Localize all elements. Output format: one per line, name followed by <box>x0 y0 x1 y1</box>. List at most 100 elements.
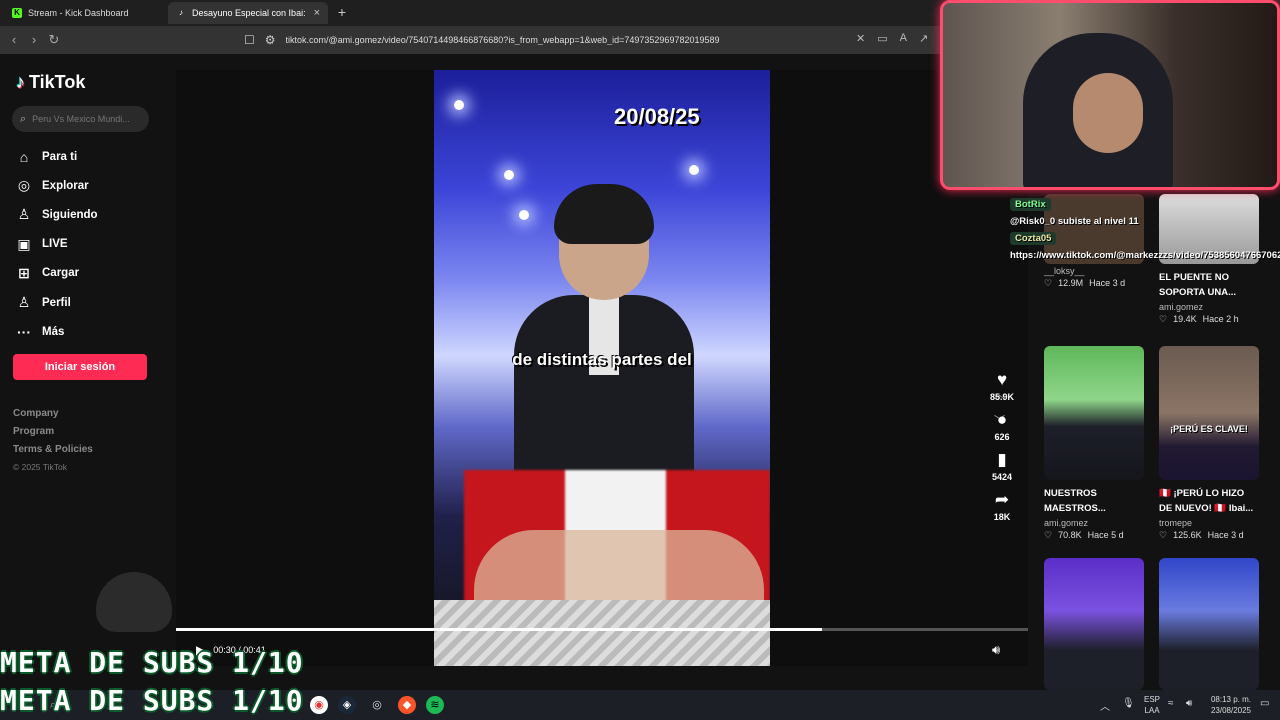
bookmark-icon[interactable]: ☐ <box>244 33 255 47</box>
card-views: 70.8K <box>1058 530 1082 540</box>
recommendation-card[interactable] <box>1044 558 1144 690</box>
mic-icon[interactable]: 🎙︎ <box>1122 698 1135 709</box>
save-action[interactable]: ▮ 5424 <box>984 450 1020 482</box>
clock[interactable]: 08:13 p. m. 23/08/2025 <box>1204 694 1258 716</box>
volume-icon[interactable]: 🔊︎ <box>992 642 1000 658</box>
share-count: 18K <box>993 512 1011 522</box>
speaker-icon[interactable]: 🔊︎ <box>1186 698 1192 709</box>
steam-icon[interactable]: ◈ <box>338 696 356 714</box>
search-input[interactable] <box>32 114 138 124</box>
screen: K Stream - Kick Dashboard ♪ Desayuno Esp… <box>0 0 1280 720</box>
comment-count: 626 <box>994 432 1010 442</box>
card-views: 12.9M <box>1058 278 1084 288</box>
tab-tiktok-video[interactable]: ♪ Desayuno Especial con Ibai: P × <box>168 2 328 24</box>
cast-icon[interactable]: ▭ <box>877 32 887 45</box>
video-thumbnail[interactable]: ¡PERÚ ES CLAVE! <box>1159 346 1259 480</box>
obs-icon[interactable]: ◎ <box>368 696 386 714</box>
video-thumbnail[interactable] <box>1159 558 1259 690</box>
site-settings-icon[interactable]: ⚙ <box>265 33 276 47</box>
url-field[interactable]: ☐ ⚙ tiktok.com/@ami.gomez/video/75407144… <box>244 30 944 50</box>
recommendation-card[interactable] <box>1159 558 1259 690</box>
sidebar-item-live[interactable]: ▣ LIVE <box>16 230 98 259</box>
notification-icon[interactable]: ▭ <box>1260 698 1269 709</box>
sidebar-item-label: Perfil <box>42 296 71 309</box>
tray-chevron-icon[interactable]: ︿ <box>1100 698 1110 713</box>
search-icon: ⌕ <box>20 112 27 125</box>
comment-action[interactable]: ● 626 <box>984 410 1020 442</box>
share-action[interactable]: ➦ 18K <box>984 490 1020 522</box>
mute-site-icon[interactable]: ✕ <box>856 32 865 45</box>
sidebar-item-perfil[interactable]: ♙ Perfil <box>16 288 98 317</box>
footer-link-company[interactable]: Company <box>13 408 93 426</box>
presenter <box>514 184 694 485</box>
like-action[interactable]: ♥ 85.9K <box>984 370 1020 402</box>
video-player[interactable]: 20/08/25 de distintas partes del ︿ ﹀ ♥ 85… <box>176 70 1028 666</box>
card-author[interactable]: ami.gomez <box>1044 518 1144 528</box>
footer-links: Company Program Terms & Policies © 2025 … <box>13 408 93 480</box>
card-age: Hace 3 d <box>1207 530 1244 540</box>
sub-goal-text: META DE SUBS 1/10 <box>0 646 304 679</box>
card-author[interactable]: __loksy__ <box>1044 266 1144 276</box>
streamer-face <box>1073 73 1143 153</box>
video-frame[interactable]: 20/08/25 de distintas partes del <box>434 70 770 666</box>
recommendation-card[interactable]: NUESTROS MAESTROS... ami.gomez ♡ 70.8K Hac… <box>1044 346 1144 541</box>
new-tab-button[interactable]: + <box>334 4 350 20</box>
card-age: Hace 5 d <box>1087 530 1124 540</box>
language-indicator[interactable]: ESP LAA <box>1142 694 1162 716</box>
card-meta: ♡ 125.6K Hace 3 d <box>1159 530 1259 541</box>
progress-fill <box>176 628 822 631</box>
share-icon[interactable]: ↗ <box>919 32 928 45</box>
card-meta: ♡ 19.4K Hace 2 h <box>1159 314 1259 325</box>
close-tab-icon[interactable]: × <box>314 7 320 19</box>
forward-icon[interactable]: › <box>26 32 42 47</box>
footer-link-program[interactable]: Program <box>13 426 93 444</box>
webcam-overlay <box>940 0 1280 190</box>
chat-message: @Risk0_0 subiste al nivel 11 <box>1010 216 1139 227</box>
url-text[interactable]: tiktok.com/@ami.gomez/video/754071449846… <box>286 35 720 45</box>
search-box[interactable]: ⌕ <box>12 106 149 132</box>
card-views: 19.4K <box>1173 314 1197 324</box>
recommendation-card[interactable]: ¡PERÚ ES CLAVE! 🇵🇪 ¡PERÚ LO HIZO DE NUEV… <box>1159 346 1259 541</box>
translate-icon[interactable]: A <box>900 32 907 45</box>
presenter-hair <box>554 184 654 244</box>
login-button[interactable]: Iniciar sesión <box>13 354 147 380</box>
card-author[interactable]: tromepe <box>1159 518 1259 528</box>
kick-favicon-icon: K <box>12 8 22 18</box>
sidebar-item-siguiendo[interactable]: ♙ Siguiendo <box>16 200 98 229</box>
sidebar-menu: ⌂ Para ti ◎ Explorar ♙ Siguiendo ▣ LIVE ⊞ Car… <box>16 142 98 346</box>
progress-bar[interactable] <box>176 628 1028 631</box>
chat-line: Cozta05 <box>1010 232 1280 245</box>
share-arrow-icon: ➦ <box>994 490 1010 509</box>
sidebar-item-label: LIVE <box>42 238 68 251</box>
brave-icon[interactable]: ◆ <box>398 696 416 714</box>
wifi-icon[interactable]: ≈ <box>1168 698 1174 709</box>
home-icon: ⌂ <box>19 148 29 165</box>
card-author[interactable]: ami.gomez <box>1159 302 1259 312</box>
footer-link-terms[interactable]: Terms & Policies <box>13 444 93 462</box>
tab-label: Stream - Kick Dashboard <box>28 8 129 18</box>
card-title[interactable]: EL PUENTE NO SOPORTA UNA... <box>1159 270 1259 300</box>
copyright: © 2025 TikTok <box>13 462 67 472</box>
clock-date: 23/08/2025 <box>1210 706 1252 715</box>
sidebar-item-label: Para ti <box>42 150 78 163</box>
tab-kick-dashboard[interactable]: K Stream - Kick Dashboard <box>4 2 164 24</box>
back-icon[interactable]: ‹ <box>6 32 22 47</box>
tiktok-logo[interactable]: ♪ TikTok <box>16 72 85 93</box>
video-thumbnail[interactable] <box>1044 558 1144 690</box>
card-title[interactable]: 🇵🇪 ¡PERÚ LO HIZO DE NUEVO! 🇵🇪 Ibai... <box>1159 486 1259 516</box>
sidebar-item-para-ti[interactable]: ⌂ Para ti <box>16 142 98 171</box>
more-icon: ··· <box>17 323 31 340</box>
logo-text: TikTok <box>29 72 86 92</box>
sidebar-item-mas[interactable]: ··· Más <box>16 317 98 346</box>
reload-icon[interactable]: ↻ <box>46 32 62 48</box>
sidebar-item-cargar[interactable]: ⊞ Cargar <box>16 259 98 288</box>
chrome-icon[interactable]: ◉ <box>310 696 328 714</box>
spotify-icon[interactable]: ≋ <box>426 696 444 714</box>
profile-icon: ♙ <box>17 294 31 311</box>
tiktok-note-icon: ♪ <box>16 72 25 92</box>
chat-user: BotRix <box>1010 198 1051 211</box>
video-thumbnail[interactable] <box>1044 346 1144 480</box>
sidebar-item-explorar[interactable]: ◎ Explorar <box>16 171 98 200</box>
chat-message: https://www.tiktok.com/@markezzzs/video/… <box>1010 250 1280 261</box>
card-title[interactable]: NUESTROS MAESTROS... <box>1044 486 1144 516</box>
